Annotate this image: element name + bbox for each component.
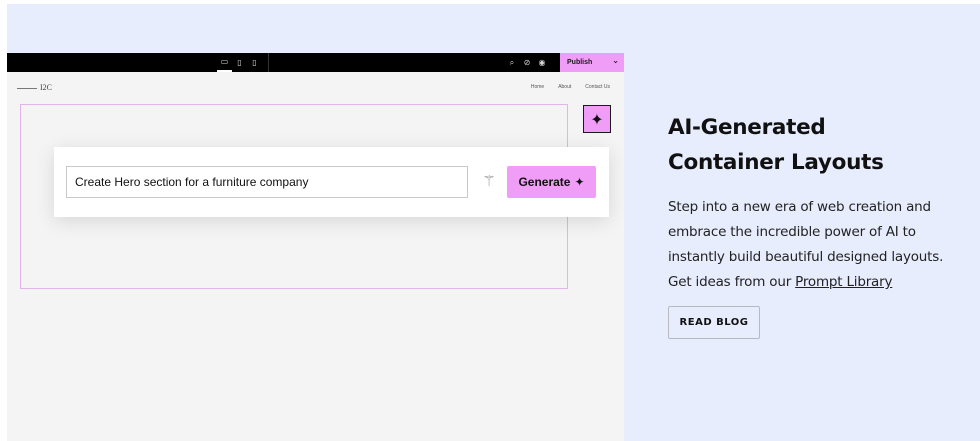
- sparkle-icon: ✦: [574, 175, 585, 189]
- nav-about[interactable]: About: [558, 84, 571, 90]
- logo-line: [17, 88, 37, 89]
- chevron-down-icon[interactable]: ⌄: [612, 56, 619, 65]
- generate-label: Generate: [518, 175, 571, 189]
- editor-preview: ▭ ▯ ▯ ⌕ ⊘ ◉ Publish ⌄ I2C Home About Con…: [7, 53, 624, 441]
- site-header: I2C Home About Contact Us: [7, 80, 624, 96]
- publish-button[interactable]: Publish ⌄: [560, 53, 624, 72]
- toolbar-tools: ⌕ ⊘ ◉: [506, 53, 548, 72]
- magic-wand-icon[interactable]: ⚚: [479, 169, 499, 193]
- feature-copy: AI-Generated Container Layouts Step into…: [668, 110, 968, 295]
- prompt-library-link[interactable]: Prompt Library: [795, 274, 892, 290]
- prompt-input[interactable]: Create Hero section for a furniture comp…: [66, 166, 468, 198]
- heading-line-1: AI-Generated: [668, 115, 826, 140]
- search-icon[interactable]: ⌕: [506, 53, 518, 72]
- site-nav: Home About Contact Us: [531, 84, 610, 90]
- help-icon[interactable]: ⊘: [521, 53, 533, 72]
- device-switcher: ▭ ▯ ▯: [217, 53, 262, 72]
- ai-sparkle-icon[interactable]: ✦: [583, 105, 611, 133]
- generate-button[interactable]: Generate ✦: [507, 166, 596, 198]
- editor-toolbar: ▭ ▯ ▯ ⌕ ⊘ ◉ Publish ⌄: [7, 53, 624, 72]
- read-blog-button[interactable]: READ BLOG: [668, 306, 760, 339]
- heading-line-2: Container Layouts: [668, 150, 884, 175]
- toolbar-divider: [268, 53, 269, 72]
- nav-home[interactable]: Home: [531, 84, 544, 90]
- preview-icon[interactable]: ◉: [536, 53, 548, 72]
- mobile-icon[interactable]: ▯: [247, 53, 262, 72]
- feature-description: Step into a new era of web creation and …: [668, 195, 968, 295]
- tablet-icon[interactable]: ▯: [232, 53, 247, 72]
- desktop-icon[interactable]: ▭: [217, 53, 232, 72]
- publish-label: Publish: [567, 59, 593, 66]
- nav-contact[interactable]: Contact Us: [585, 84, 610, 90]
- feature-heading: AI-Generated Container Layouts: [668, 110, 968, 180]
- site-logo: I2C: [40, 83, 52, 92]
- ai-prompt-panel: Create Hero section for a furniture comp…: [54, 147, 609, 217]
